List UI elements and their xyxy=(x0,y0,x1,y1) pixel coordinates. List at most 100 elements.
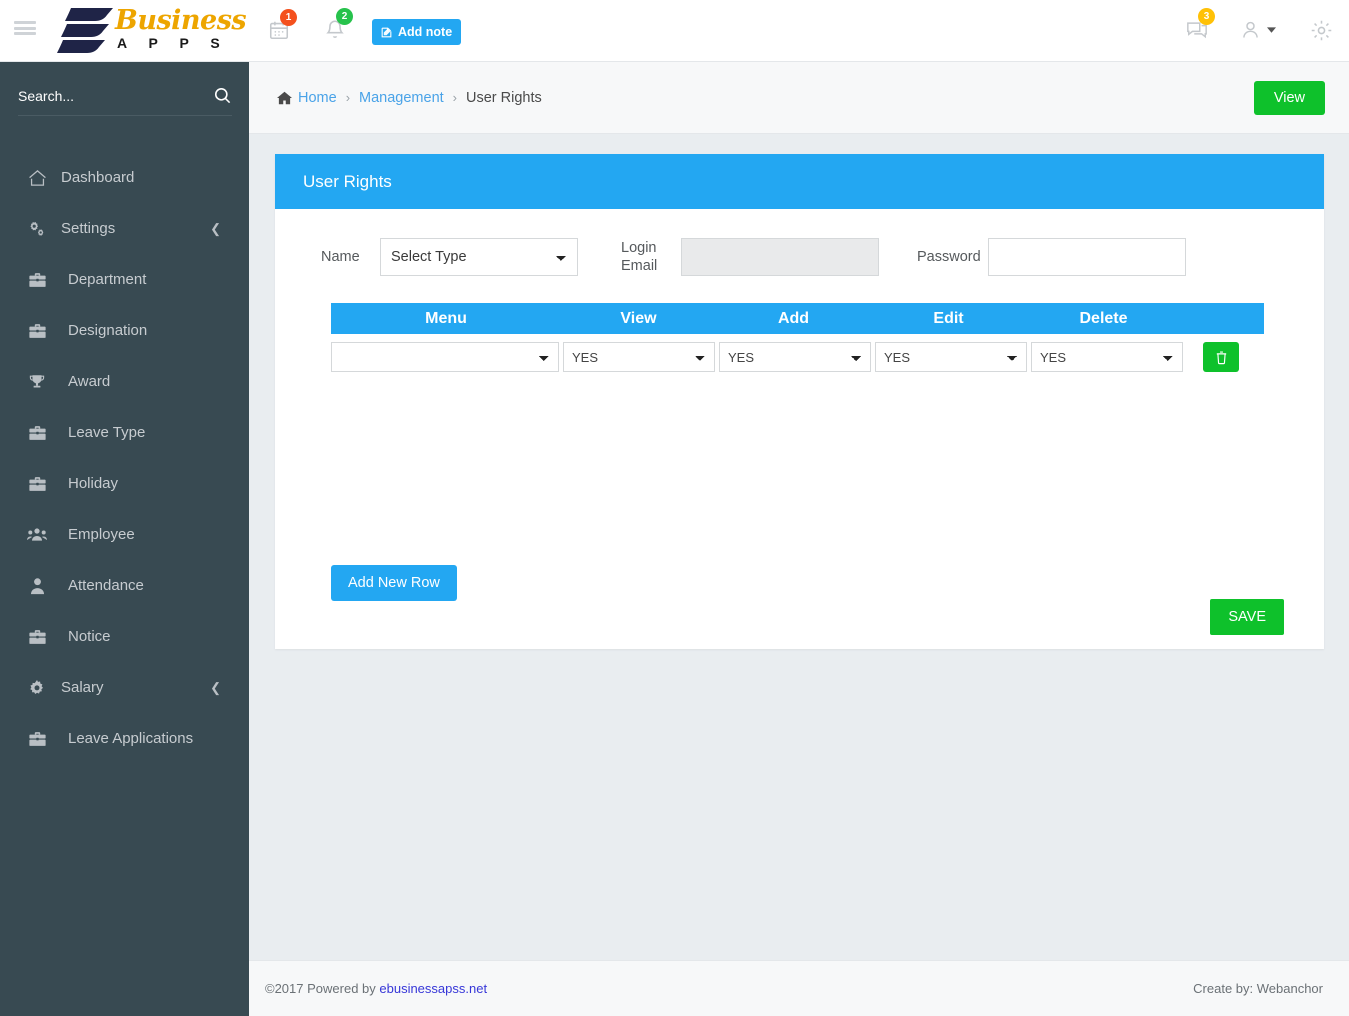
briefcase-icon xyxy=(22,271,52,288)
sidebar-item-notice[interactable]: Notice xyxy=(0,611,249,662)
sidebar-item-label: Employee xyxy=(68,526,135,543)
row-menu-select[interactable] xyxy=(331,342,559,372)
logo-apps-text: A P P S xyxy=(117,35,229,51)
column-header-delete: Delete xyxy=(1079,309,1128,327)
logo-text: Business A P P S xyxy=(115,5,247,52)
users-icon xyxy=(22,526,52,543)
row-edit-select[interactable]: YESNO xyxy=(875,342,1027,372)
sidebar-item-award[interactable]: Award xyxy=(0,356,249,407)
sidebar-item-label: Award xyxy=(68,373,111,390)
column-header-edit: Edit xyxy=(933,309,964,327)
sidebar-nav: Dashboard Settings ❮ Department Designation A… xyxy=(0,152,249,764)
sidebar-item-label: Department xyxy=(68,271,147,288)
rights-table-body: YESNOYESNOYESNOYESNO xyxy=(331,342,1264,372)
user-form-row: Name Select Type Login Email Password xyxy=(275,237,1324,277)
search-icon[interactable] xyxy=(213,86,232,105)
cogs-icon xyxy=(22,220,52,238)
sidebar-item-holiday[interactable]: Holiday xyxy=(0,458,249,509)
app-logo[interactable]: Business A P P S xyxy=(55,4,247,58)
add-note-button[interactable]: Add note xyxy=(372,19,462,45)
row-add-select[interactable]: YESNO xyxy=(719,342,871,372)
breadcrumb-management[interactable]: Management xyxy=(359,90,444,106)
user-menu[interactable] xyxy=(1240,19,1276,41)
login-email-input[interactable] xyxy=(681,238,879,276)
sidebar-item-leave-type[interactable]: Leave Type xyxy=(0,407,249,458)
sidebar-item-label: Holiday xyxy=(68,475,119,492)
panel-body: Name Select Type Login Email Password Me… xyxy=(275,209,1324,649)
logo-script-text: Business xyxy=(115,5,247,36)
sidebar-item-dashboard[interactable]: Dashboard xyxy=(0,152,249,203)
table-row: YESNOYESNOYESNOYESNO xyxy=(331,342,1264,372)
footer-credit: Create by: Webanchor xyxy=(1193,981,1323,996)
sidebar-item-department[interactable]: Department xyxy=(0,254,249,305)
user-icon xyxy=(1243,21,1258,38)
trophy-icon xyxy=(22,373,52,391)
sidebar-item-label: Settings xyxy=(61,220,116,237)
breadcrumb-bar: Home › Management › User Rights View xyxy=(249,62,1349,134)
footer-copyright-text: ©2017 Powered by xyxy=(265,981,380,996)
briefcase-icon xyxy=(22,628,52,645)
sidebar-item-label: Designation xyxy=(68,322,148,339)
row-delete-select[interactable]: YESNO xyxy=(1031,342,1183,372)
chat-icon[interactable]: 3 xyxy=(1185,8,1215,41)
briefcase-icon xyxy=(22,730,52,747)
add-note-label: Add note xyxy=(398,25,453,39)
briefcase-icon xyxy=(22,475,52,492)
view-button[interactable]: View xyxy=(1253,80,1325,115)
rights-table-header: Menu View Add Edit Delete xyxy=(331,303,1264,334)
breadcrumb-separator: › xyxy=(345,90,351,105)
user-icon xyxy=(22,577,52,595)
name-label: Name xyxy=(321,249,360,265)
menu-toggle-icon[interactable] xyxy=(14,18,36,38)
footer-link[interactable]: ebusinessapss.net xyxy=(379,981,487,996)
sidebar-item-settings[interactable]: Settings ❮ xyxy=(0,203,249,254)
chevron-left-icon[interactable]: ❮ xyxy=(210,680,221,696)
edit-icon xyxy=(381,27,392,37)
sidebar-item-label: Dashboard xyxy=(61,169,135,186)
bell-icon[interactable]: 2 xyxy=(324,8,353,41)
panel-title: User Rights xyxy=(275,154,1324,209)
chevron-down-icon xyxy=(1267,26,1276,33)
sidebar-item-attendance[interactable]: Attendance xyxy=(0,560,249,611)
chevron-left-icon[interactable]: ❮ xyxy=(210,221,221,237)
sidebar-item-label: Leave Applications xyxy=(68,730,194,747)
login-email-label: Login Email xyxy=(621,240,658,274)
sidebar-item-employee[interactable]: Employee xyxy=(0,509,249,560)
sidebar-item-label: Attendance xyxy=(68,577,144,594)
sidebar-item-leave-applications[interactable]: Leave Applications xyxy=(0,713,249,764)
footer-copyright: ©2017 Powered by ebusinessapss.net xyxy=(265,981,487,996)
settings-gear-icon[interactable] xyxy=(1310,19,1333,42)
column-header-view: View xyxy=(620,309,657,327)
logo-e-icon xyxy=(57,8,113,53)
sidebar: Dashboard Settings ❮ Department Designation A… xyxy=(0,62,249,1016)
add-new-row-button[interactable]: Add New Row xyxy=(331,565,457,601)
main-content: Home › Management › User Rights View Use… xyxy=(249,62,1349,1016)
column-header-menu: Menu xyxy=(425,309,467,327)
rights-table: Menu View Add Edit Delete YESNOYESNOYESN… xyxy=(331,303,1264,372)
trash-icon xyxy=(1216,351,1226,364)
column-header-add: Add xyxy=(777,309,810,327)
top-header: Business A P P S 1 2 Add note 3 xyxy=(0,0,1349,62)
gear-icon xyxy=(22,679,52,697)
bell-badge: 2 xyxy=(336,8,353,25)
briefcase-icon xyxy=(22,322,52,339)
name-select[interactable]: Select Type xyxy=(380,238,578,276)
save-button[interactable]: SAVE xyxy=(1210,599,1284,635)
user-rights-panel: User Rights Name Select Type Login Email… xyxy=(275,154,1324,649)
calendar-icon[interactable]: 1 xyxy=(268,9,297,41)
sidebar-item-salary[interactable]: Salary ❮ xyxy=(0,662,249,713)
password-input[interactable] xyxy=(988,238,1186,276)
sidebar-item-label: Leave Type xyxy=(68,424,146,441)
row-view-select[interactable]: YESNO xyxy=(563,342,715,372)
sidebar-item-label: Notice xyxy=(68,628,111,645)
breadcrumb: Home › Management › User Rights xyxy=(277,90,542,106)
chat-badge: 3 xyxy=(1198,8,1215,25)
sidebar-item-label: Salary xyxy=(61,679,104,696)
home-icon xyxy=(22,169,52,187)
search-input[interactable] xyxy=(18,87,188,104)
calendar-badge: 1 xyxy=(280,9,297,26)
sidebar-search[interactable] xyxy=(18,76,232,116)
breadcrumb-home[interactable]: Home xyxy=(298,90,337,106)
sidebar-item-designation[interactable]: Designation xyxy=(0,305,249,356)
delete-row-button[interactable] xyxy=(1203,342,1239,372)
